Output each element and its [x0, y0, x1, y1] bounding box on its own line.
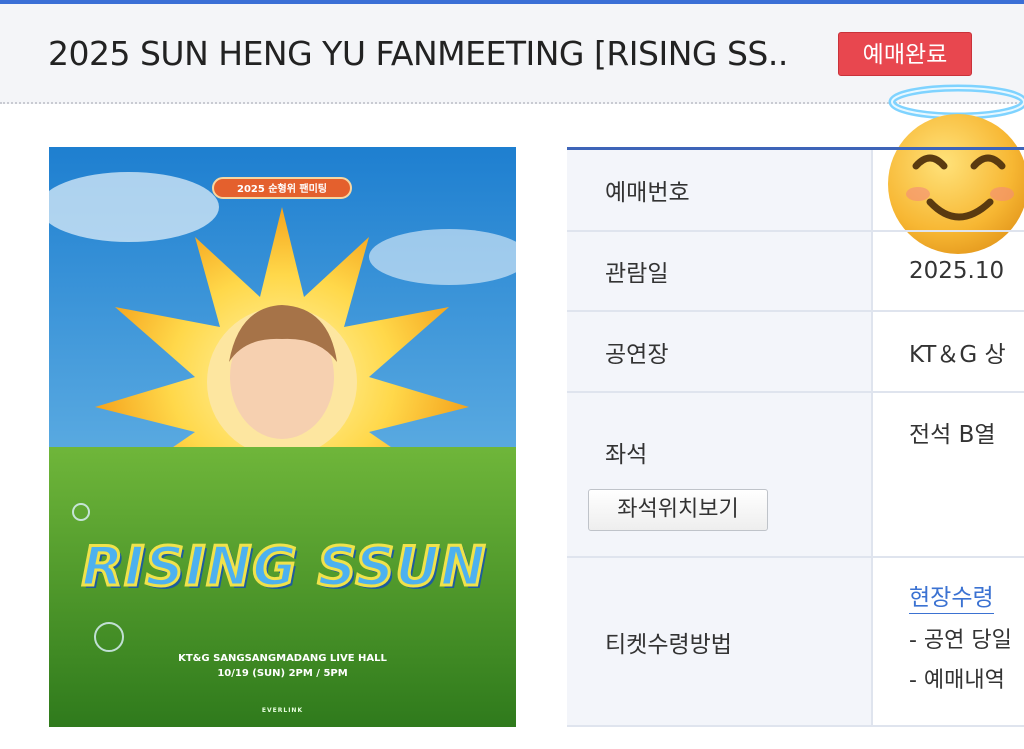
page-title: 2025 SUN HENG YU FANMEETING [RISING SS..: [48, 34, 788, 73]
row-value-venue: KT＆G 상: [909, 341, 1006, 368]
row-value-view-date: 2025.10: [909, 258, 1005, 284]
row-value-ticket-pickup: 현장수령 - 공연 당일 - 예매내역: [873, 558, 1024, 725]
poster-venue: KT&G SANGSANGMADANG LIVE HALL: [178, 653, 387, 664]
row-label-seat: 좌석 좌석위치보기: [567, 393, 873, 556]
row-label-venue: 공연장: [567, 312, 873, 391]
status-badge: 예매완료: [838, 32, 972, 76]
pickup-note: - 예매내역: [909, 668, 1005, 693]
pickup-note: - 공연 당일: [909, 628, 1012, 653]
poster-brand: EVERLINK: [261, 707, 304, 714]
booking-info-table: 예매번호 관람일 2025.10 공연장 KT＆G 상 좌석 좌석위치보기 전석…: [567, 147, 1024, 727]
page-header: 2025 SUN HENG YU FANMEETING [RISING SS..…: [0, 4, 1024, 104]
row-label-ticket-pickup: 티켓수령방법: [567, 558, 873, 725]
poster-datetime: 10/19 (SUN) 2PM / 5PM: [217, 668, 348, 679]
table-row: 공연장 KT＆G 상: [567, 312, 1024, 393]
on-site-pickup-link[interactable]: 현장수령: [909, 578, 994, 614]
table-row: 티켓수령방법 현장수령 - 공연 당일 - 예매내역: [567, 558, 1024, 727]
row-value-booking-number: [873, 150, 1024, 230]
poster-headline: RISING SSUN: [80, 534, 487, 600]
row-label-booking-number: 예매번호: [567, 150, 873, 230]
table-row: 좌석 좌석위치보기 전석 B열: [567, 393, 1024, 558]
view-seat-location-button[interactable]: 좌석위치보기: [588, 489, 768, 531]
row-value-seat: 전석 B열: [909, 422, 996, 448]
poster-top-label: 2025 순형위 팬미팅: [212, 177, 352, 199]
row-label-view-date: 관람일: [567, 232, 873, 310]
event-poster: 2025 순형위 팬미팅 RISING SSUN KT&G SANGSANGMA…: [49, 147, 516, 727]
table-row: 예매번호: [567, 150, 1024, 232]
table-row: 관람일 2025.10: [567, 232, 1024, 312]
